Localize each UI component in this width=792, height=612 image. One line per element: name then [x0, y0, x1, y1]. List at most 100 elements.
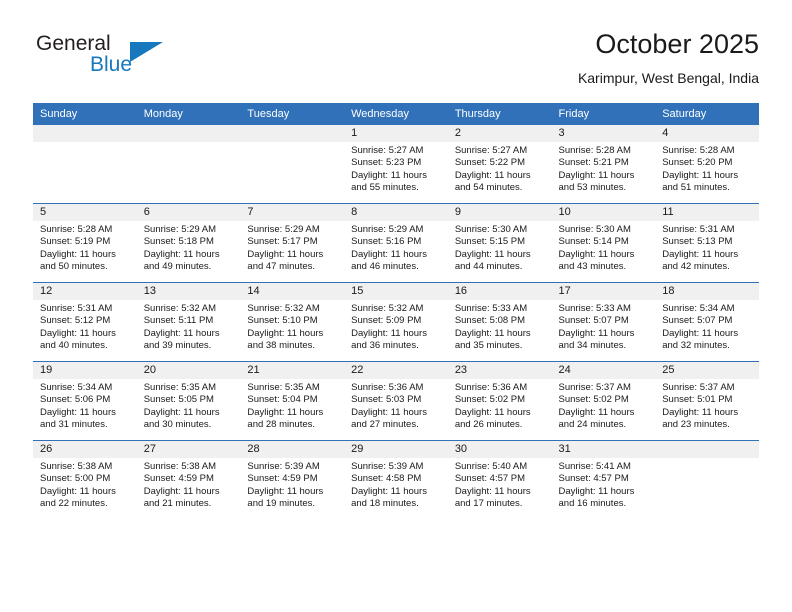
sunrise-text: Sunrise: 5:32 AM [143, 303, 217, 314]
day-details: Sunrise: 5:28 AM Sunset: 5:20 PM Dayligh… [655, 142, 759, 194]
day-details: Sunrise: 5:36 AM Sunset: 5:02 PM Dayligh… [448, 379, 552, 431]
day-number: 25 [655, 362, 759, 379]
day-details: Sunrise: 5:35 AM Sunset: 5:04 PM Dayligh… [240, 379, 344, 431]
day-details: Sunrise: 5:33 AM Sunset: 5:08 PM Dayligh… [448, 300, 552, 352]
daylight-text-line1: Daylight: 11 hours [247, 485, 324, 497]
sunset-text: Sunset: 5:19 PM [40, 236, 111, 248]
day-number: 3 [551, 125, 656, 142]
day-number: 30 [447, 441, 552, 458]
daylight-text-line2: and 30 minutes. [143, 418, 212, 430]
day-cell[interactable]: 25 Sunrise: 5:37 AM Sunset: 5:01 PM Dayl… [655, 361, 759, 441]
sunrise-text: Sunrise: 5:39 AM [351, 461, 424, 472]
sunset-text: Sunset: 5:06 PM [40, 394, 111, 406]
sunset-text: Sunset: 5:20 PM [662, 157, 733, 169]
day-cell[interactable]: 22 Sunrise: 5:36 AM Sunset: 5:03 PM Dayl… [344, 361, 448, 441]
day-cell[interactable]: 20 Sunrise: 5:35 AM Sunset: 5:05 PM Dayl… [136, 361, 241, 441]
sunset-text: Sunset: 5:02 PM [454, 394, 526, 406]
sunrise-text: Sunrise: 5:35 AM [247, 382, 320, 393]
daylight-text-line2: and 39 minutes. [143, 339, 212, 351]
sunrise-text: Sunrise: 5:28 AM [558, 145, 631, 156]
day-details: Sunrise: 5:32 AM Sunset: 5:09 PM Dayligh… [344, 300, 448, 352]
sunrise-text: Sunrise: 5:32 AM [351, 303, 424, 314]
sunset-text: Sunset: 5:02 PM [558, 394, 629, 406]
sunrise-text: Sunrise: 5:28 AM [40, 224, 113, 235]
daylight-text-line1: Daylight: 11 hours [351, 485, 427, 497]
calendar-page: General Blue October 2025 Karimpur, West… [0, 0, 792, 612]
sunset-text: Sunset: 5:07 PM [662, 315, 733, 327]
day-number [240, 125, 345, 142]
sunset-text: Sunset: 5:23 PM [351, 157, 422, 169]
day-cell[interactable]: 26 Sunrise: 5:38 AM Sunset: 5:00 PM Dayl… [33, 440, 137, 519]
day-cell[interactable]: 7 Sunrise: 5:29 AM Sunset: 5:17 PM Dayli… [240, 203, 345, 283]
day-cell[interactable]: 16 Sunrise: 5:33 AM Sunset: 5:08 PM Dayl… [447, 282, 552, 362]
day-cell[interactable]: 17 Sunrise: 5:33 AM Sunset: 5:07 PM Dayl… [551, 282, 656, 362]
daylight-text-line2: and 34 minutes. [558, 339, 627, 351]
day-cell[interactable]: 4 Sunrise: 5:28 AM Sunset: 5:20 PM Dayli… [655, 125, 759, 204]
daylight-text-line2: and 36 minutes. [351, 339, 419, 351]
day-number: 19 [33, 362, 137, 379]
page-title: October 2025 [595, 29, 759, 59]
daylight-text-line1: Daylight: 11 hours [558, 169, 635, 181]
calendar-week-row: 12 Sunrise: 5:31 AM Sunset: 5:12 PM Dayl… [33, 282, 759, 362]
day-number: 11 [655, 204, 759, 221]
sunrise-text: Sunrise: 5:41 AM [558, 461, 631, 472]
sunrise-text: Sunrise: 5:36 AM [454, 382, 528, 393]
day-details: Sunrise: 5:30 AM Sunset: 5:15 PM Dayligh… [448, 221, 552, 273]
day-cell[interactable]: 2 Sunrise: 5:27 AM Sunset: 5:22 PM Dayli… [447, 125, 552, 204]
day-number: 9 [447, 204, 552, 221]
daylight-text-line1: Daylight: 11 hours [143, 327, 220, 339]
day-cell[interactable]: 15 Sunrise: 5:32 AM Sunset: 5:09 PM Dayl… [344, 282, 448, 362]
sunset-text: Sunset: 5:09 PM [351, 315, 422, 327]
day-details: Sunrise: 5:34 AM Sunset: 5:07 PM Dayligh… [655, 300, 759, 352]
brand-logo[interactable]: General Blue [33, 30, 263, 90]
sunset-text: Sunset: 5:05 PM [143, 394, 214, 406]
weekday-header-friday: Friday [551, 103, 656, 125]
day-cell[interactable]: 13 Sunrise: 5:32 AM Sunset: 5:11 PM Dayl… [136, 282, 241, 362]
sunrise-text: Sunrise: 5:34 AM [40, 382, 113, 393]
sunrise-text: Sunrise: 5:37 AM [558, 382, 631, 393]
daylight-text-line1: Daylight: 11 hours [662, 169, 739, 181]
day-cell[interactable]: 21 Sunrise: 5:35 AM Sunset: 5:04 PM Dayl… [240, 361, 345, 441]
day-cell[interactable]: 1 Sunrise: 5:27 AM Sunset: 5:23 PM Dayli… [344, 125, 448, 204]
daylight-text-line1: Daylight: 11 hours [558, 327, 635, 339]
daylight-text-line2: and 35 minutes. [454, 339, 523, 351]
day-cell[interactable]: 8 Sunrise: 5:29 AM Sunset: 5:16 PM Dayli… [344, 203, 448, 283]
page-header: General Blue October 2025 Karimpur, West… [33, 28, 759, 98]
daylight-text-line1: Daylight: 11 hours [40, 248, 116, 260]
daylight-text-line1: Daylight: 11 hours [351, 248, 427, 260]
day-number: 12 [33, 283, 137, 300]
day-details: Sunrise: 5:29 AM Sunset: 5:18 PM Dayligh… [137, 221, 241, 273]
daylight-text-line1: Daylight: 11 hours [351, 169, 427, 181]
day-number: 28 [240, 441, 345, 458]
day-cell[interactable]: 18 Sunrise: 5:34 AM Sunset: 5:07 PM Dayl… [655, 282, 759, 362]
day-details: Sunrise: 5:37 AM Sunset: 5:01 PM Dayligh… [655, 379, 759, 431]
sunrise-text: Sunrise: 5:38 AM [143, 461, 217, 472]
day-cell[interactable]: 24 Sunrise: 5:37 AM Sunset: 5:02 PM Dayl… [551, 361, 656, 441]
day-cell[interactable]: 30 Sunrise: 5:40 AM Sunset: 4:57 PM Dayl… [447, 440, 552, 519]
daylight-text-line2: and 24 minutes. [558, 418, 627, 430]
day-details: Sunrise: 5:31 AM Sunset: 5:13 PM Dayligh… [655, 221, 759, 273]
sunrise-text: Sunrise: 5:27 AM [351, 145, 424, 156]
sunrise-text: Sunrise: 5:38 AM [40, 461, 113, 472]
day-details: Sunrise: 5:27 AM Sunset: 5:23 PM Dayligh… [344, 142, 448, 194]
daylight-text-line2: and 49 minutes. [143, 260, 212, 272]
day-cell[interactable]: 6 Sunrise: 5:29 AM Sunset: 5:18 PM Dayli… [136, 203, 241, 283]
day-number: 1 [344, 125, 448, 142]
day-cell[interactable]: 3 Sunrise: 5:28 AM Sunset: 5:21 PM Dayli… [551, 125, 656, 204]
day-cell[interactable]: 23 Sunrise: 5:36 AM Sunset: 5:02 PM Dayl… [447, 361, 552, 441]
day-cell[interactable]: 11 Sunrise: 5:31 AM Sunset: 5:13 PM Dayl… [655, 203, 759, 283]
daylight-text-line1: Daylight: 11 hours [351, 406, 427, 418]
day-cell[interactable]: 12 Sunrise: 5:31 AM Sunset: 5:12 PM Dayl… [33, 282, 137, 362]
day-cell[interactable]: 14 Sunrise: 5:32 AM Sunset: 5:10 PM Dayl… [240, 282, 345, 362]
day-cell[interactable]: 5 Sunrise: 5:28 AM Sunset: 5:19 PM Dayli… [33, 203, 137, 283]
day-cell[interactable]: 31 Sunrise: 5:41 AM Sunset: 4:57 PM Dayl… [551, 440, 656, 519]
day-cell[interactable]: 19 Sunrise: 5:34 AM Sunset: 5:06 PM Dayl… [33, 361, 137, 441]
calendar-week-row: 1 Sunrise: 5:27 AM Sunset: 5:23 PM Dayli… [33, 125, 759, 204]
day-cell[interactable]: 27 Sunrise: 5:38 AM Sunset: 4:59 PM Dayl… [136, 440, 241, 519]
day-cell[interactable]: 10 Sunrise: 5:30 AM Sunset: 5:14 PM Dayl… [551, 203, 656, 283]
sunset-text: Sunset: 5:10 PM [247, 315, 318, 327]
day-cell[interactable]: 28 Sunrise: 5:39 AM Sunset: 4:59 PM Dayl… [240, 440, 345, 519]
daylight-text-line1: Daylight: 11 hours [247, 327, 324, 339]
day-cell[interactable]: 29 Sunrise: 5:39 AM Sunset: 4:58 PM Dayl… [344, 440, 448, 519]
day-cell[interactable]: 9 Sunrise: 5:30 AM Sunset: 5:15 PM Dayli… [447, 203, 552, 283]
